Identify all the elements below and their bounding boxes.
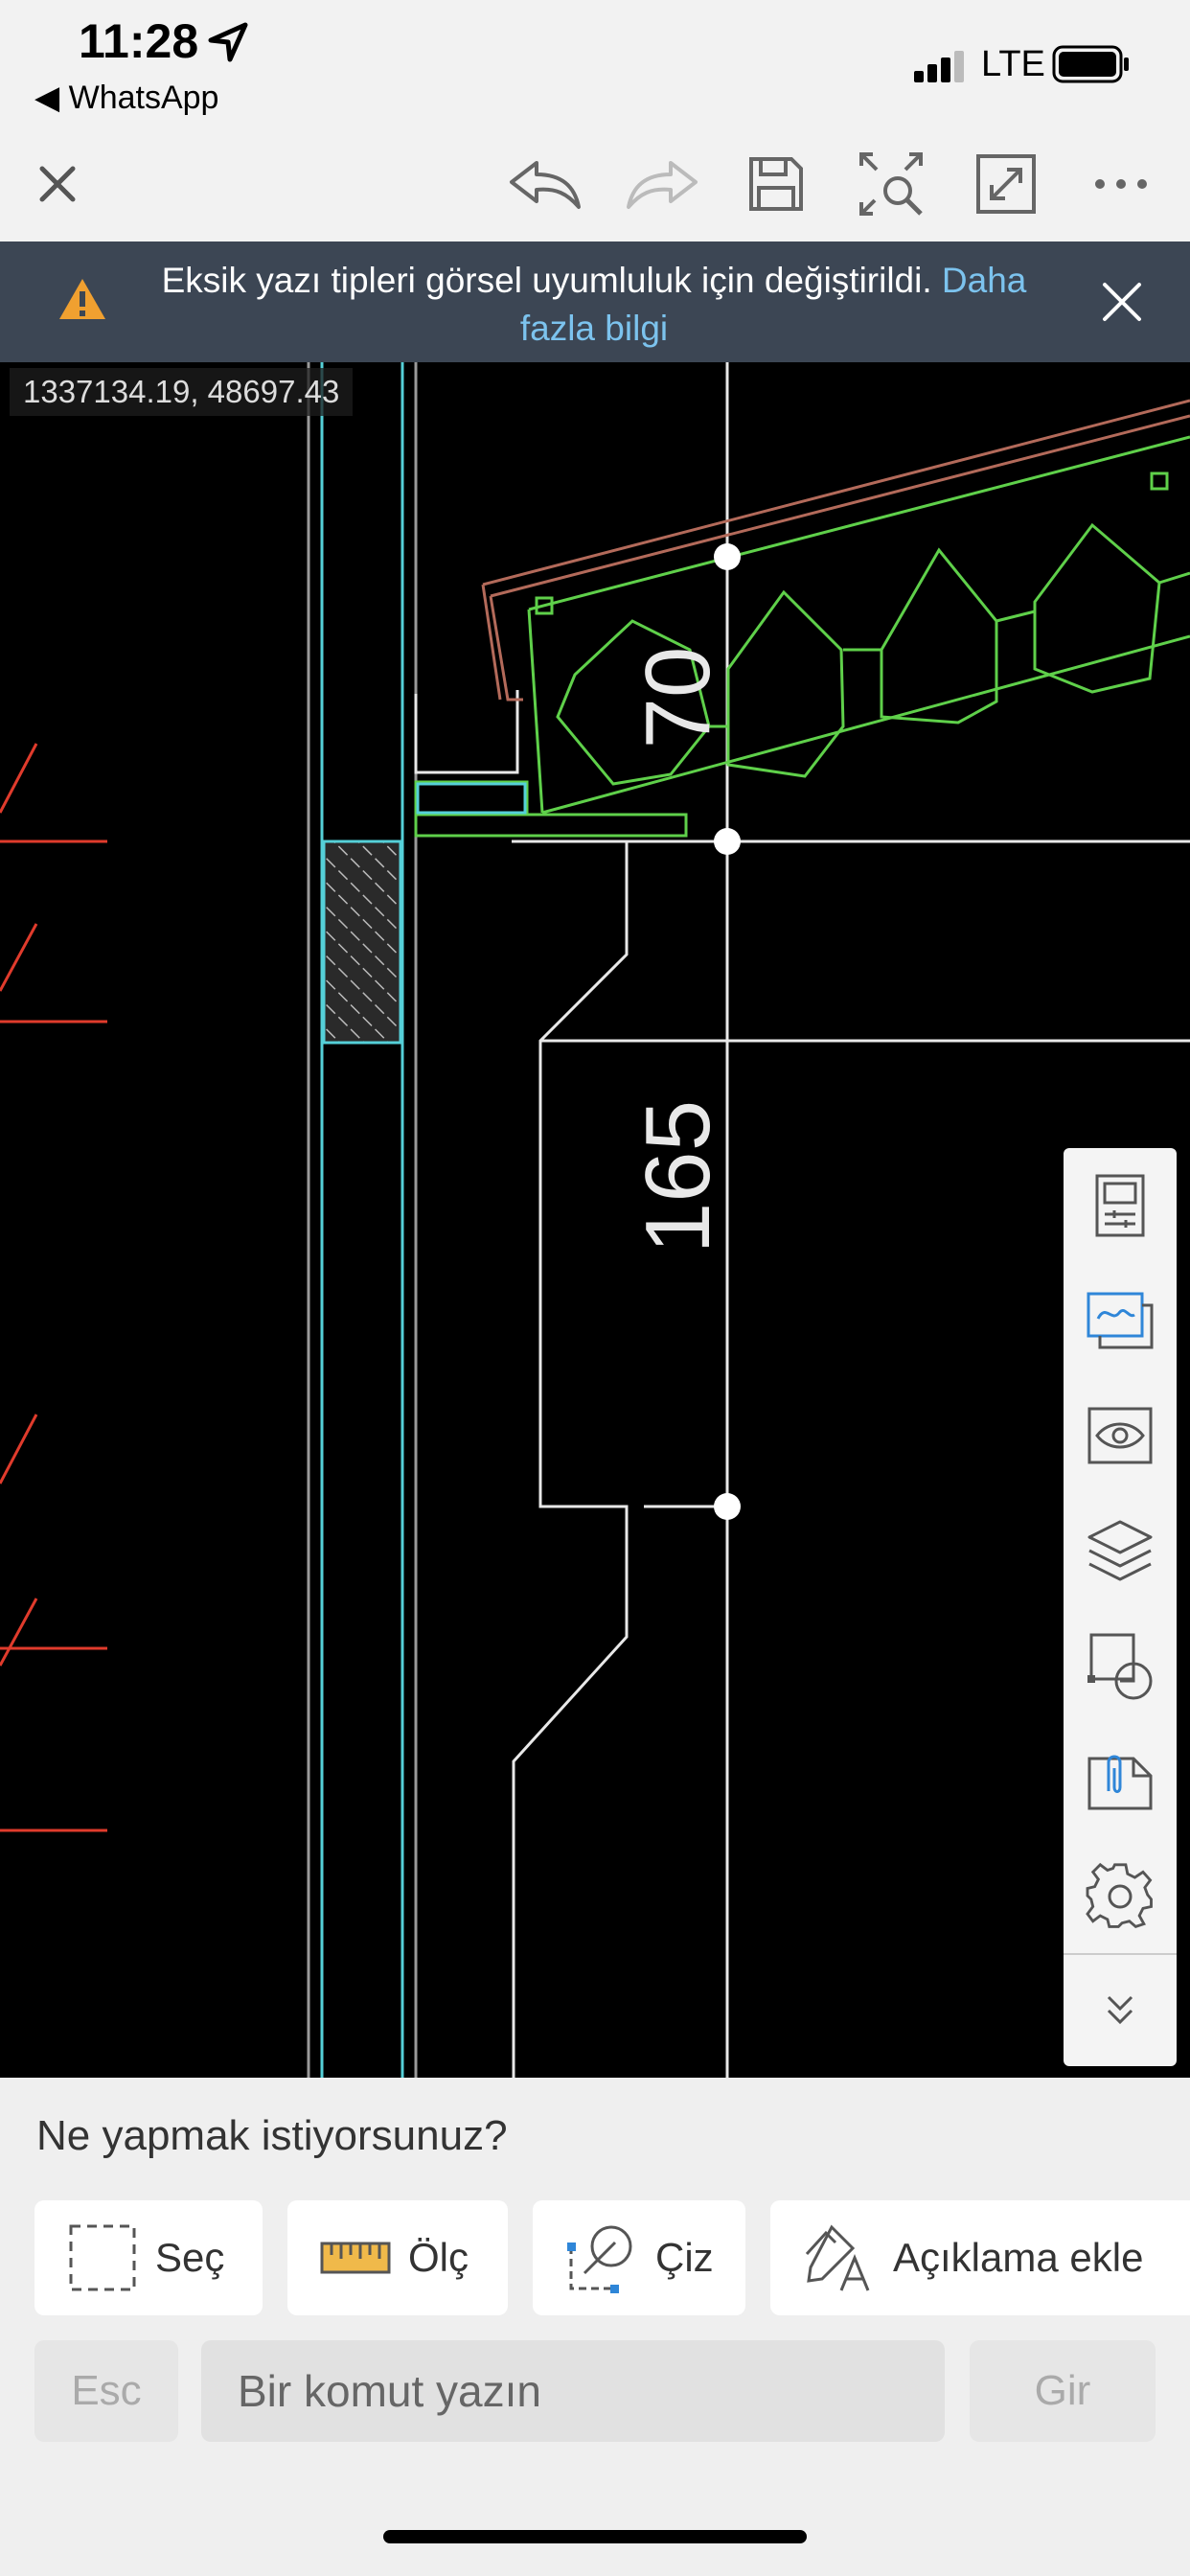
wall-lines [307,362,418,2078]
cyan-bracket [416,782,527,815]
banner-close-button[interactable] [1083,272,1161,332]
cursor-coordinates: 1337134.19, 48697.43 [10,368,354,416]
close-icon [39,166,76,202]
layers-icon [1087,1520,1153,1581]
annotate-tool-button[interactable]: Açıklama ekle [770,2200,1190,2315]
attachments-icon [1087,1755,1153,1810]
visibility-button[interactable] [1080,1395,1160,1476]
properties-button[interactable] [1080,1165,1160,1246]
enter-button[interactable]: Gir [970,2340,1156,2442]
dimension-label-mid: 165 [627,1100,729,1254]
status-time: 11:28 [79,14,199,68]
save-icon [749,157,803,211]
layers-button[interactable] [1080,1510,1160,1591]
prompt-text: Ne yapmak istiyorsunuz? [36,2112,508,2159]
zoom-extents-button[interactable] [851,144,931,224]
settings-button[interactable] [1080,1855,1160,1936]
undo-button[interactable] [506,144,586,224]
save-button[interactable] [736,144,816,224]
warning-icon [59,279,105,319]
drawing-canvas[interactable]: 70 165 [0,362,1190,2078]
annotate-icon [805,2224,870,2291]
dimension-label-top: 70 [627,647,729,749]
attachments-button[interactable] [1080,1740,1160,1821]
close-button[interactable] [17,144,98,224]
undo-icon [510,161,581,209]
gear-icon [1086,1862,1153,1929]
redo-icon [627,161,698,209]
banner-message: Eksik yazı tipleri görsel uyumluluk için… [161,261,932,300]
more-icon [1095,179,1147,189]
font-warning-banner: Eksik yazı tipleri görsel uyumluluk için… [0,242,1190,362]
esc-button[interactable]: Esc [34,2340,178,2442]
draw-tool-button[interactable]: Çiz [533,2200,745,2315]
select-tool-button[interactable]: Seç [34,2200,263,2315]
collapse-panel-button[interactable] [1080,1968,1160,2049]
toolbar [0,126,1190,242]
blocks-icon [1087,1633,1153,1700]
zoom-extents-icon [859,152,923,216]
visibility-icon [1087,1407,1153,1464]
roof-panel [414,435,1190,838]
layouts-icon [1087,1292,1154,1349]
redo-button[interactable] [621,144,701,224]
chevron-double-down-icon [1107,1995,1133,2025]
hatched-insulation [322,840,402,1045]
command-input[interactable]: Bir komut yazın [201,2340,945,2442]
back-to-app-link[interactable]: ◀ WhatsApp [34,79,218,117]
side-panel-divider [1064,1953,1177,1955]
break-marks [0,743,107,1832]
side-tool-panel [1064,1148,1177,2066]
network-type: LTE [981,44,1045,84]
measure-tool-button[interactable]: Ölç [287,2200,508,2315]
more-button[interactable] [1081,144,1161,224]
fullscreen-icon [976,154,1036,214]
fullscreen-button[interactable] [966,144,1046,224]
select-icon [69,2224,136,2291]
home-indicator[interactable] [383,2530,807,2543]
layouts-button[interactable] [1080,1280,1160,1361]
draw-icon [567,2225,632,2293]
flashing [481,399,1190,702]
signal-icon [914,51,964,82]
location-icon [208,22,248,62]
command-placeholder: Bir komut yazın [238,2366,541,2416]
ruler-icon [320,2242,391,2274]
blocks-button[interactable] [1080,1625,1160,1706]
close-icon [1103,283,1141,321]
battery-icon [1052,45,1129,83]
properties-icon [1095,1174,1145,1237]
back-triangle-icon: ◀ [34,80,60,116]
